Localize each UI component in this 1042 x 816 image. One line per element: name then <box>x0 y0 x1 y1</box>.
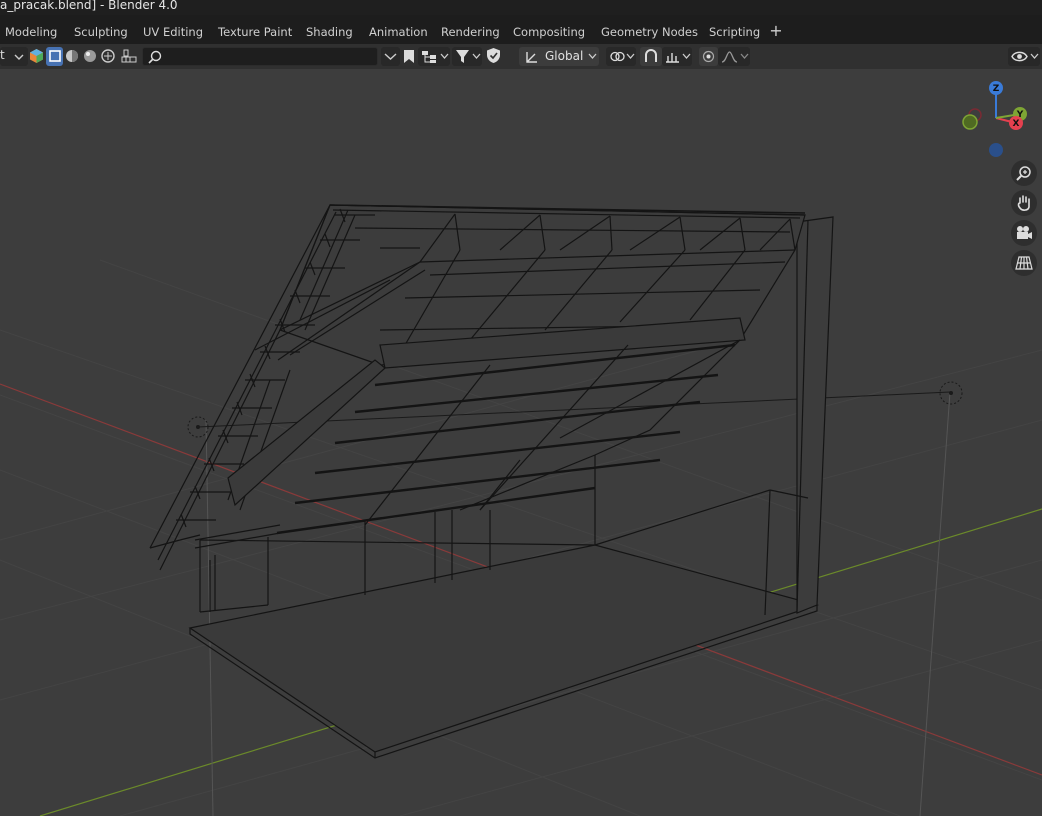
tab-scripting[interactable]: Scripting <box>709 23 760 41</box>
falloff-icon <box>721 51 738 63</box>
search-input[interactable] <box>165 49 374 65</box>
chevron-down-icon <box>682 53 691 59</box>
hierarchy-dropdown[interactable] <box>418 47 450 66</box>
filter-icon <box>456 50 469 63</box>
filter-dropdown[interactable] <box>452 47 482 66</box>
mode-dropdown[interactable]: t <box>0 47 28 66</box>
visibility-icon <box>1011 51 1028 62</box>
perspective-toggle-button[interactable] <box>1011 250 1037 276</box>
visibility-dropdown[interactable] <box>1008 47 1040 66</box>
snap-icon <box>645 49 657 62</box>
tab-modeling[interactable]: Modeling <box>5 23 57 41</box>
window-title: a_pracak.blend] - Blender 4.0 <box>0 0 178 12</box>
tab-texture-paint[interactable]: Texture Paint <box>218 23 292 41</box>
tab-rendering[interactable]: Rendering <box>441 23 500 41</box>
add-workspace-button[interactable]: + <box>768 23 784 41</box>
chevron-down-icon <box>740 53 749 59</box>
hand-pan-icon <box>1017 195 1030 211</box>
light-guide-line <box>205 419 214 816</box>
chevron-down-icon <box>440 53 449 59</box>
workspace-tab-bar: Modeling Sculpting UV Editing Texture Pa… <box>0 15 1042 47</box>
house-mesh[interactable] <box>149 204 834 759</box>
zoom-button[interactable] <box>1011 160 1037 186</box>
material-shading-icon[interactable] <box>83 49 97 63</box>
falloff-dropdown[interactable] <box>718 47 750 66</box>
gizmo-neg-y[interactable] <box>962 114 978 130</box>
snap-toggle[interactable] <box>640 47 662 66</box>
tab-shading[interactable]: Shading <box>306 23 353 41</box>
gizmo-z-label: Z <box>993 84 1000 94</box>
vertex-select-button[interactable] <box>46 47 63 66</box>
tab-uv-editing[interactable]: UV Editing <box>143 23 203 41</box>
tab-compositing[interactable]: Compositing <box>513 23 585 41</box>
mode-label: t <box>0 48 5 62</box>
pivot-point-icon <box>610 51 625 62</box>
hierarchy-icon <box>422 51 436 63</box>
gizmo-neg-z[interactable] <box>989 143 1003 157</box>
chevron-down-icon <box>588 53 597 59</box>
chevron-down-icon <box>384 53 397 60</box>
shield-icon[interactable] <box>486 47 501 64</box>
window-titlebar: a_pracak.blend] - Blender 4.0 <box>0 0 1042 15</box>
rendered-shading-icon[interactable] <box>101 49 115 63</box>
search-field[interactable] <box>142 47 378 66</box>
3d-viewport[interactable]: Y X Z <box>0 69 1042 816</box>
snap-increment-icon <box>666 53 679 63</box>
tab-geometry-nodes[interactable]: Geometry Nodes <box>601 23 698 41</box>
chevron-down-icon <box>1030 53 1039 59</box>
chevron-down-icon <box>626 53 635 59</box>
pan-button[interactable] <box>1011 190 1037 216</box>
transform-orientation-label: Global <box>545 49 584 63</box>
proportional-editing-toggle[interactable] <box>699 47 718 66</box>
transform-pivot-dropdown[interactable] <box>606 47 636 66</box>
chevron-down-icon <box>472 53 481 59</box>
light-object[interactable] <box>939 381 963 405</box>
viewport-canvas: Y X Z <box>0 81 1042 816</box>
brush-icon[interactable] <box>121 48 137 64</box>
search-icon <box>148 50 162 64</box>
light-guide-line <box>919 391 951 816</box>
mesh-select-icon[interactable] <box>29 48 44 64</box>
gizmo-x-label: X <box>1013 119 1020 129</box>
tab-sculpting[interactable]: Sculpting <box>74 23 128 41</box>
filter-mode-dropdown[interactable] <box>381 47 400 66</box>
camera-view-button[interactable] <box>1011 220 1037 246</box>
chevron-down-icon <box>14 54 24 60</box>
viewport-header: t Global <box>0 44 1042 69</box>
bookmark-icon[interactable] <box>403 49 415 64</box>
solid-shading-icon[interactable] <box>65 49 79 63</box>
zoom-icon <box>1016 166 1031 181</box>
tab-animation[interactable]: Animation <box>369 23 428 41</box>
camera-icon <box>1017 226 1032 239</box>
proportional-icon <box>702 50 715 63</box>
snap-target-dropdown[interactable] <box>662 47 692 66</box>
orientation-gizmo[interactable]: Y X Z <box>962 81 1027 157</box>
vertex-select-icon <box>49 50 61 62</box>
transform-orientation-dropdown[interactable]: Global <box>519 47 599 66</box>
pivot-icon <box>526 52 537 63</box>
grid-perspective-icon <box>1015 256 1033 270</box>
